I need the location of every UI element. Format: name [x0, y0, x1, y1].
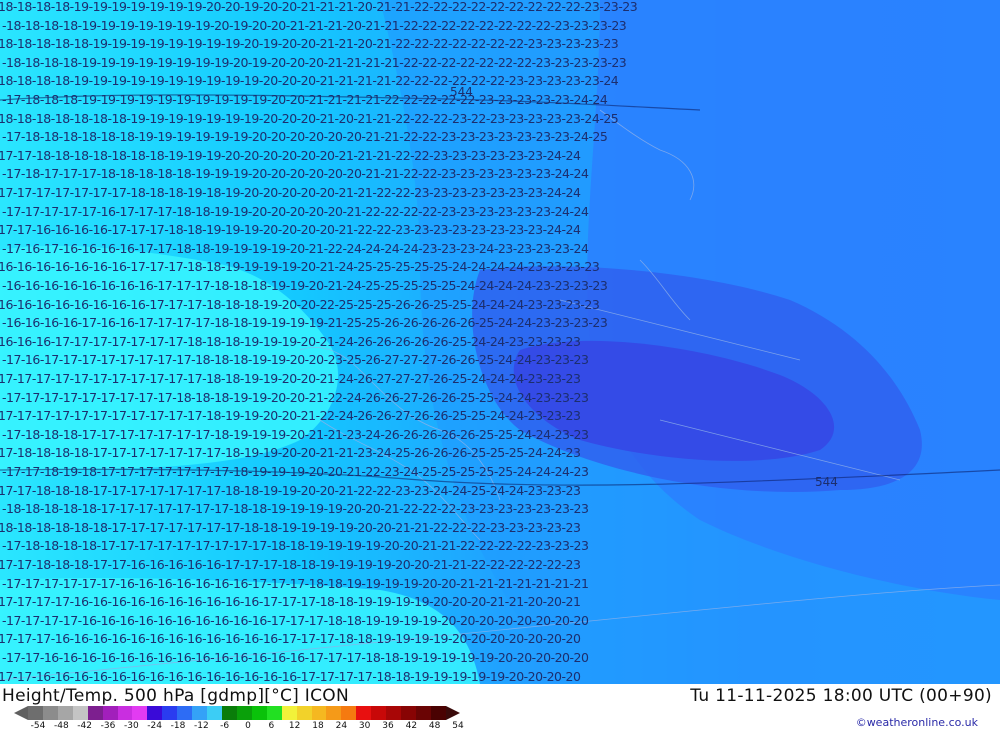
scale-segment: [177, 706, 193, 720]
scale-tick-label: 0: [245, 721, 251, 731]
scale-segment: [430, 706, 446, 720]
scale-segment: [356, 706, 372, 720]
scale-segment: [162, 706, 178, 720]
high-low-label: 544: [815, 475, 838, 489]
map-footer: Height/Temp. 500 hPa [gdmp][°C] ICON Tu …: [0, 684, 1000, 733]
scale-tick-label: 30: [358, 721, 371, 731]
scale-tick-label: 18: [312, 721, 324, 731]
scale-segment: [236, 706, 252, 720]
scale-tick-label: -18: [170, 721, 186, 731]
scale-tick-label: 24: [335, 721, 348, 731]
scale-segment: [147, 706, 163, 720]
scale-segment: [311, 706, 327, 720]
scale-segment: [386, 706, 402, 720]
map-area: 544 544 -18-18-18-18-19-19-19-19-19-19-1…: [0, 0, 1000, 684]
scale-tick-label: -6: [220, 721, 230, 731]
scale-segment: [57, 706, 73, 720]
scale-tick-label: 54: [452, 721, 464, 731]
scale-tick-label: -24: [147, 721, 163, 731]
scale-arrow-right: [445, 706, 460, 720]
scale-tick-label: -54: [30, 721, 46, 731]
scale-segment: [341, 706, 357, 720]
scale-segment: [415, 706, 431, 720]
scale-segment: [296, 706, 312, 720]
temperature-field: 544 544: [0, 0, 1000, 684]
scale-tick-label: -42: [77, 721, 93, 731]
scale-tick-label: -30: [123, 721, 139, 731]
scale-tick-label: -48: [53, 721, 69, 731]
scale-tick-label: 6: [268, 721, 275, 731]
scale-tick-label: 42: [405, 721, 418, 731]
scale-segment: [266, 706, 282, 720]
scale-segment: [401, 706, 416, 720]
scale-segment: [326, 706, 342, 720]
scale-tick-label: 12: [288, 721, 301, 731]
scale-tick-label: 36: [382, 721, 394, 731]
scale-tick-label: -12: [193, 721, 209, 731]
credit-link[interactable]: ©weatheronline.co.uk: [856, 716, 978, 729]
scale-segment: [192, 706, 208, 720]
scale-arrow-left: [14, 706, 28, 720]
scale-tick-label: -36: [100, 721, 116, 731]
scale-segment: [281, 706, 297, 720]
valid-time: Tu 11-11-2025 18:00 UTC (00+90): [690, 686, 992, 706]
map-title: Height/Temp. 500 hPa [gdmp][°C] ICON: [2, 686, 349, 706]
scale-segment: [87, 706, 103, 720]
scale-segment: [221, 706, 237, 720]
color-scale-bar: [14, 706, 460, 720]
color-scale-ticks: -54 -48 -42 -36 -30 -24 -18 -12 -6 0 6 12 18 24 30 36 42…: [30, 721, 464, 733]
scale-segment: [72, 706, 88, 720]
scale-segment: [102, 706, 118, 720]
scale-tick-label: 48: [428, 721, 441, 731]
scale-segment: [42, 706, 58, 720]
scale-segment: [132, 706, 148, 720]
scale-segment: [207, 706, 222, 720]
scale-segment: [28, 706, 43, 720]
scale-segment: [117, 706, 133, 720]
scale-segment: [371, 706, 387, 720]
high-low-label: 544: [450, 85, 473, 99]
scale-segment: [251, 706, 267, 720]
